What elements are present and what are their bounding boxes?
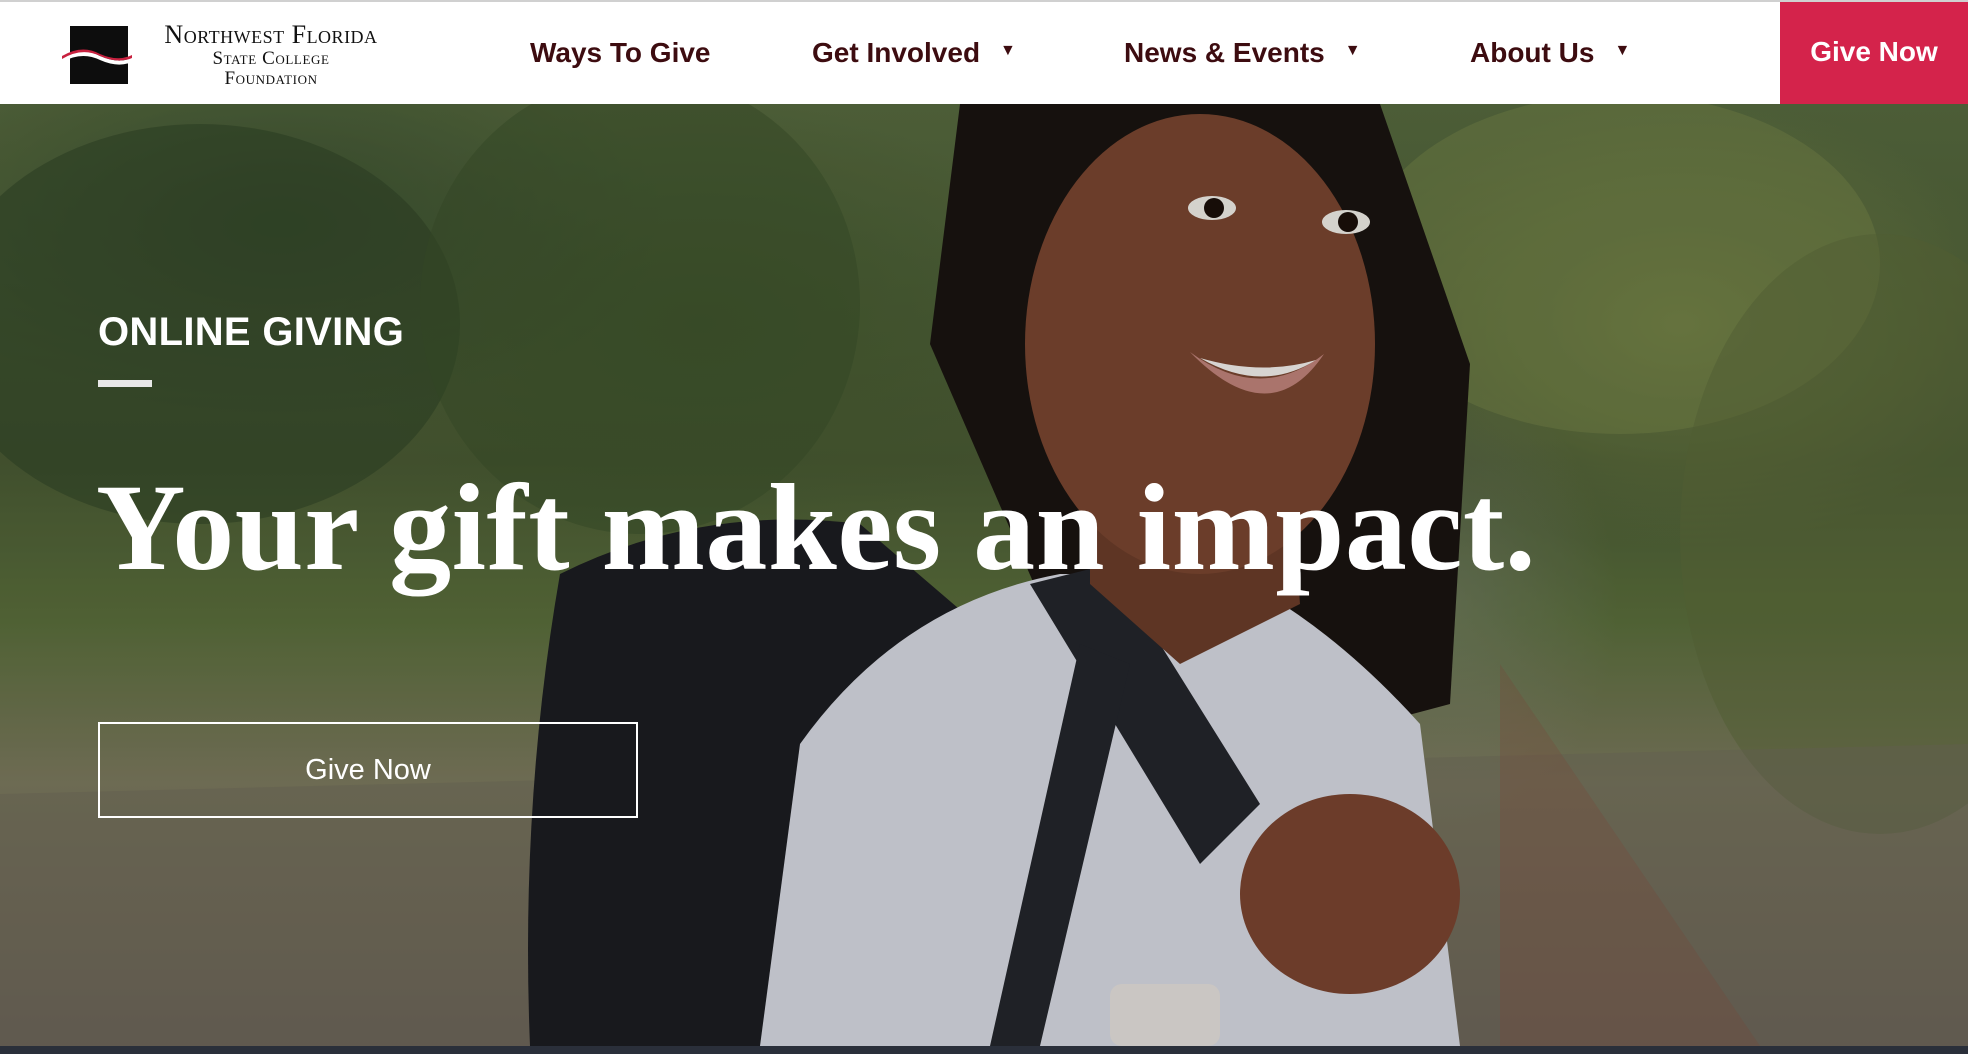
- nav-label: About Us: [1470, 37, 1595, 68]
- logo-mark-icon: [62, 26, 132, 84]
- nav-get-involved[interactable]: Get Involved ▼: [812, 2, 1016, 104]
- chevron-down-icon: ▼: [1614, 42, 1631, 59]
- nav-label: Ways To Give: [530, 37, 711, 68]
- logo-line-1: Northwest Florida: [164, 20, 378, 49]
- bottom-strip: [0, 1046, 1968, 1054]
- nav-news-events[interactable]: News & Events ▼: [1124, 2, 1361, 104]
- hero-eyebrow: ONLINE GIVING: [98, 310, 405, 354]
- nav-about-us[interactable]: About Us ▼: [1470, 2, 1630, 104]
- logo-wordmark: Northwest Florida State College Foundati…: [140, 20, 402, 89]
- nav-label: News & Events: [1124, 37, 1325, 68]
- hero-banner: ONLINE GIVING Your gift makes an impact.…: [0, 104, 1968, 1046]
- eyebrow-divider: [98, 380, 152, 387]
- give-now-header-button[interactable]: Give Now: [1780, 2, 1968, 104]
- logo-line-3: Foundation: [224, 68, 318, 89]
- nav-ways-to-give[interactable]: Ways To Give: [530, 2, 711, 104]
- chevron-down-icon: ▼: [1344, 42, 1361, 59]
- logo-line-2: State College: [212, 48, 330, 69]
- give-now-hero-button[interactable]: Give Now: [98, 722, 638, 818]
- chevron-down-icon: ▼: [1000, 42, 1016, 59]
- nav-label: Get Involved: [812, 37, 981, 68]
- site-header: Northwest Florida State College Foundati…: [0, 2, 1968, 104]
- foundation-logo[interactable]: Northwest Florida State College Foundati…: [62, 22, 402, 88]
- hero-headline: Your gift makes an impact.: [96, 459, 1537, 596]
